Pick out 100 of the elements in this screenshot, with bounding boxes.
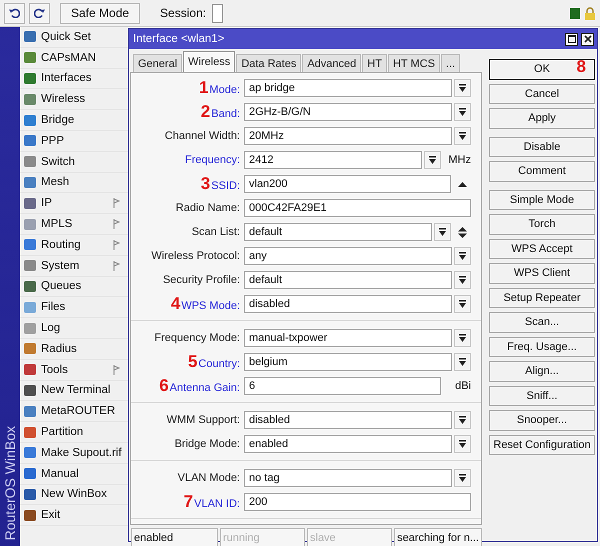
menu-item[interactable]: Files (41, 301, 128, 314)
session-field[interactable] (212, 4, 224, 22)
input-field[interactable]: enabled (244, 435, 452, 453)
dropdown-arrow-icon (458, 416, 467, 424)
menu-item[interactable]: MetaROUTER (41, 405, 128, 418)
dialog-button[interactable]: Disable (489, 136, 595, 157)
input-field[interactable]: disabled (244, 295, 452, 313)
menu-item[interactable]: Wireless (41, 93, 128, 106)
dialog-button[interactable]: Sniff... (489, 386, 595, 406)
menu-item[interactable]: New WinBox (41, 488, 128, 500)
unit-label: dBi (454, 380, 471, 392)
menu-item[interactable]: Exit (41, 509, 128, 522)
menu-item[interactable]: Radius (41, 342, 128, 355)
undo-button[interactable] (4, 2, 25, 24)
menu-item[interactable]: Interfaces (41, 72, 128, 84)
dialog-button[interactable]: Simple Mode (489, 190, 595, 210)
dropdown-button[interactable] (454, 469, 471, 487)
number-marker: 7 (184, 492, 194, 512)
brand-label: RouterOS WinBox (2, 426, 18, 540)
tab[interactable]: Data Rates (236, 54, 302, 72)
dropdown-button[interactable] (454, 295, 471, 313)
dropdown-button[interactable] (434, 223, 451, 241)
dialog-button[interactable]: Align... (489, 361, 595, 382)
dialog-button[interactable]: Torch (489, 214, 595, 234)
input-field[interactable]: belgium (244, 353, 452, 371)
menu-item[interactable]: Bridge (41, 114, 128, 126)
dialog-button[interactable]: WPS Accept (489, 238, 595, 259)
menu-icon (23, 342, 37, 356)
input-field[interactable]: default (244, 271, 452, 289)
dropdown-button[interactable] (454, 353, 471, 371)
dropdown-button[interactable] (454, 127, 471, 145)
menu-item[interactable]: New Terminal (41, 384, 128, 396)
tab[interactable]: General (133, 54, 182, 72)
dialog-button[interactable]: OK 8 (489, 59, 595, 80)
expand-up-icon[interactable] (458, 182, 466, 186)
redo-button[interactable] (29, 2, 50, 24)
unit-label: MHz (447, 154, 471, 166)
menu-icon (23, 238, 37, 252)
menu-item[interactable]: Partition (41, 426, 128, 438)
input-field[interactable]: 2412 (244, 151, 422, 169)
maximize-button[interactable] (565, 32, 578, 46)
input-field[interactable]: vlan200 (244, 175, 451, 193)
dropdown-button[interactable] (454, 79, 471, 97)
tab[interactable]: ... (440, 54, 460, 72)
menu-item[interactable]: Manual (41, 468, 128, 480)
menu-item[interactable]: Quick Set (41, 30, 128, 43)
dropdown-button[interactable] (454, 435, 471, 453)
dialog-button[interactable]: Apply (489, 108, 595, 128)
field-label: Frequency Mode: (154, 332, 240, 344)
menu-item[interactable]: MPLS (41, 218, 109, 230)
dialog-button[interactable]: Scan... (489, 312, 595, 332)
dropdown-button[interactable] (454, 411, 471, 429)
input-field[interactable]: 6 (244, 377, 441, 395)
dropdown-button[interactable] (454, 329, 471, 347)
menu-item[interactable]: CAPsMAN (41, 52, 128, 64)
input-field[interactable]: manual-txpower (244, 329, 452, 347)
tab[interactable]: Wireless (183, 51, 236, 72)
status-cell: enabled (131, 528, 218, 546)
dropdown-button[interactable] (424, 151, 441, 169)
close-button[interactable] (581, 32, 594, 46)
dialog-button[interactable]: Snooper... (489, 410, 595, 430)
safe-mode-button[interactable]: Safe Mode (60, 2, 140, 24)
input-field[interactable]: 20MHz (244, 127, 452, 145)
menu-item[interactable]: Routing (41, 238, 109, 251)
menu-item[interactable]: Tools (41, 364, 109, 376)
dropdown-arrow-icon (458, 334, 467, 342)
menu-item[interactable]: PPP (41, 134, 128, 147)
input-field[interactable]: 200 (244, 493, 471, 511)
input-field[interactable]: 2GHz-B/G/N (244, 103, 452, 121)
dropdown-button[interactable] (454, 103, 471, 121)
up-down-icon[interactable] (458, 226, 466, 238)
menu-item[interactable]: Queues (41, 280, 128, 292)
input-field[interactable]: disabled (244, 411, 452, 429)
input-field[interactable]: 000C42FA29E1 (244, 199, 471, 217)
field-label: Frequency: (184, 154, 240, 166)
tab[interactable]: Advanced (302, 54, 362, 72)
input-field[interactable]: no tag (244, 469, 452, 487)
tab[interactable]: HT (362, 54, 387, 72)
dialog-button[interactable]: Comment (489, 161, 595, 182)
dialog-button[interactable]: Cancel (489, 84, 595, 104)
menu-item[interactable]: Switch (41, 156, 128, 168)
dialog-button[interactable]: Freq. Usage... (489, 336, 595, 357)
menu-item[interactable]: Make Supout.rif (41, 446, 128, 459)
input-field[interactable]: default (244, 223, 432, 241)
dialog-button[interactable]: WPS Client (489, 263, 595, 284)
menu-item[interactable]: System (41, 260, 109, 272)
input-field[interactable]: any (244, 247, 452, 265)
menu-item[interactable]: Log (41, 322, 128, 334)
dialog-button[interactable]: Reset Configuration (489, 434, 595, 455)
tab[interactable]: HT MCS (388, 54, 440, 72)
menu-item[interactable]: IP (41, 197, 109, 210)
number-marker: 2 (200, 102, 210, 122)
status-square-icon (570, 8, 580, 18)
menu-item[interactable]: Mesh (41, 176, 128, 188)
dropdown-button[interactable] (454, 247, 471, 265)
dropdown-arrow-icon (458, 276, 467, 284)
dropdown-arrow-icon (428, 156, 437, 164)
dialog-button[interactable]: Setup Repeater (489, 288, 595, 308)
input-field[interactable]: ap bridge (244, 79, 452, 97)
dropdown-button[interactable] (454, 271, 471, 289)
